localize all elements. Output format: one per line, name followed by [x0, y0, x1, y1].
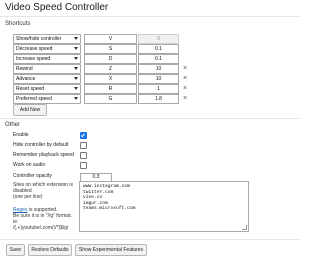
- blacklist-textarea[interactable]: www.instagram.com twitter.com vine.co im…: [79, 181, 249, 232]
- shortcut-value-input[interactable]: 10: [138, 64, 179, 74]
- shortcut-action-select[interactable]: Rewind: [13, 64, 81, 74]
- shortcut-key-input[interactable]: R: [84, 84, 137, 94]
- resize-handle-icon[interactable]: [242, 225, 247, 230]
- hide-by-default-label: Hide controller by default: [13, 142, 69, 148]
- shortcut-action-label: Decrease speed: [16, 46, 53, 52]
- shortcut-action-label: Rewind: [16, 66, 33, 72]
- shortcut-key-input[interactable]: Z: [84, 64, 137, 74]
- remove-shortcut-button[interactable]: ×: [183, 75, 187, 82]
- remember-speed-label: Remember playback speed: [13, 152, 74, 158]
- chevron-down-icon: [74, 47, 78, 50]
- shortcut-action-select[interactable]: Increase speed: [13, 54, 81, 64]
- chevron-down-icon: [74, 67, 78, 70]
- shortcut-key-input[interactable]: G: [84, 94, 137, 104]
- remove-shortcut-button[interactable]: ×: [183, 65, 187, 72]
- shortcut-action-label: Preferred speed: [16, 96, 52, 102]
- shortcut-action-label: Show/hide controller: [16, 36, 62, 42]
- regex-hint-line: /(.+)youtube\.com(\/*)$/gi: [13, 225, 69, 231]
- show-experimental-button[interactable]: Show Experimental Features: [75, 244, 147, 256]
- shortcut-value-input[interactable]: 0.1: [138, 54, 179, 64]
- chevron-down-icon: [74, 87, 78, 90]
- save-button[interactable]: Save: [6, 244, 25, 256]
- title-divider: [0, 16, 300, 17]
- other-heading: Other: [5, 122, 21, 128]
- shortcut-action-select[interactable]: Decrease speed: [13, 44, 81, 54]
- shortcuts-heading: Shortcuts: [5, 21, 31, 27]
- shortcut-action-label: Reset speed: [16, 86, 45, 92]
- blacklist-label-line: (one per line): [13, 194, 43, 200]
- enable-label: Enable: [13, 132, 29, 138]
- shortcut-key-input[interactable]: X: [84, 74, 137, 84]
- shortcut-action-select[interactable]: Reset speed: [13, 84, 81, 94]
- shortcut-value-input: 0: [138, 34, 179, 44]
- page-title: Video Speed Controller: [5, 2, 109, 13]
- add-new-button[interactable]: Add New: [13, 104, 47, 116]
- restore-defaults-button[interactable]: Restore Defaults: [28, 244, 72, 256]
- chevron-down-icon: [74, 97, 78, 100]
- shortcut-value-input[interactable]: 0.1: [138, 44, 179, 54]
- enable-checkbox[interactable]: [80, 132, 87, 139]
- remove-shortcut-button[interactable]: ×: [183, 85, 187, 92]
- shortcut-value-input[interactable]: 10: [138, 74, 179, 84]
- shortcut-key-input[interactable]: D: [84, 54, 137, 64]
- controller-opacity-label: Controller opacity: [13, 173, 52, 179]
- shortcut-action-select[interactable]: Advance: [13, 74, 81, 84]
- section-divider: [0, 118, 300, 119]
- shortcut-action-label: Increase speed: [16, 56, 51, 62]
- footer-divider: [0, 239, 300, 240]
- shortcut-action-label: Advance: [16, 76, 36, 82]
- work-on-audio-label: Work on audio: [13, 162, 46, 168]
- remove-shortcut-button[interactable]: ×: [183, 95, 187, 102]
- chevron-down-icon: [74, 57, 78, 60]
- shortcut-key-input[interactable]: V: [84, 34, 137, 44]
- shortcut-action-select[interactable]: Preferred speed: [13, 94, 81, 104]
- shortcut-action-select[interactable]: Show/hide controller: [13, 34, 81, 44]
- regex-hint-line: Be sure it is in "//g" format.: [13, 213, 72, 219]
- chevron-down-icon: [74, 37, 78, 40]
- chevron-down-icon: [74, 77, 78, 80]
- blacklist-label: Sites on which extension is disabled (on…: [13, 182, 77, 200]
- regex-help: Regex is supported. Be sure it is in "//…: [13, 207, 79, 231]
- shortcut-value-input[interactable]: 1: [138, 84, 179, 94]
- blacklist-entry: teams.microsoft.com: [83, 206, 136, 211]
- shortcut-value-input[interactable]: 1.8: [138, 94, 179, 104]
- shortcut-key-input[interactable]: S: [84, 44, 137, 54]
- remember-speed-checkbox[interactable]: [80, 152, 87, 159]
- hide-by-default-checkbox[interactable]: [80, 142, 87, 149]
- work-on-audio-checkbox[interactable]: [80, 162, 87, 169]
